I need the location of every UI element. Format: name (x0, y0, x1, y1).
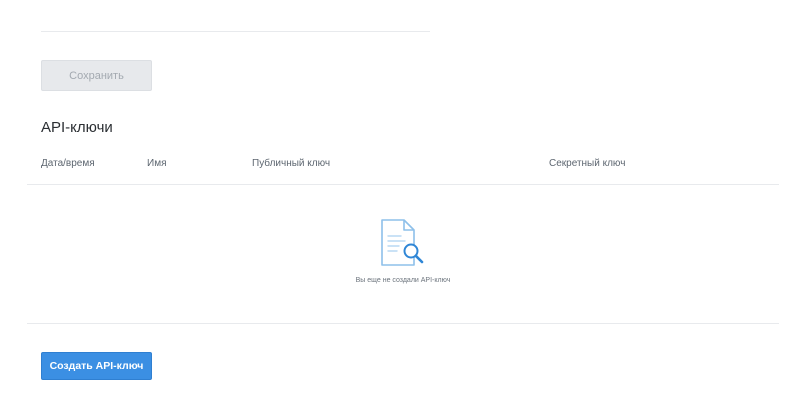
column-header-datetime[interactable]: Дата/время (41, 158, 95, 169)
column-header-public-key[interactable]: Публичный ключ (252, 158, 330, 169)
api-keys-table-header: Дата/время Имя Публичный ключ Секретный … (27, 150, 779, 185)
api-settings-page: Сохранить API-ключи Дата/время Имя Публи… (0, 0, 800, 417)
form-divider (41, 31, 430, 32)
column-header-name[interactable]: Имя (147, 158, 166, 169)
section-title: API-ключи (41, 119, 113, 136)
create-api-key-button[interactable]: Создать API-ключ (41, 352, 152, 380)
column-header-secret-key[interactable]: Секретный ключ (549, 158, 625, 169)
document-search-icon (379, 219, 429, 269)
save-button[interactable]: Сохранить (41, 60, 152, 91)
api-keys-empty-state: Вы еще не создали API-ключ (27, 185, 779, 324)
empty-state-message: Вы еще не создали API-ключ (355, 277, 451, 284)
